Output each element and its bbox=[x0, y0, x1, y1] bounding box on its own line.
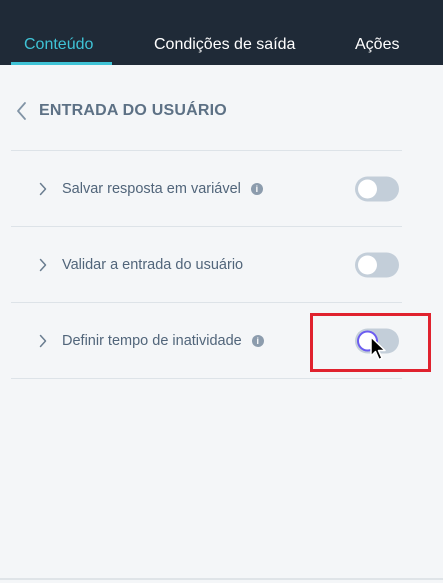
row-label-container: Salvar resposta em variável i bbox=[62, 181, 263, 197]
list-item-salvar-resposta[interactable]: Salvar resposta em variável i bbox=[11, 151, 402, 226]
tab-condicoes-de-saida[interactable]: Condições de saída bbox=[154, 35, 295, 55]
tab-conteudo[interactable]: Conteúdo bbox=[24, 35, 93, 55]
toggle-salvar-resposta[interactable] bbox=[355, 176, 399, 201]
active-tab-indicator bbox=[11, 62, 112, 65]
app-window: Conteúdo Condições de saída Ações ENTRAD… bbox=[0, 0, 443, 583]
list-item-validar-entrada[interactable]: Validar a entrada do usuário bbox=[11, 227, 402, 302]
divider bbox=[11, 378, 402, 379]
bottom-border bbox=[0, 578, 443, 580]
tab-acoes[interactable]: Ações bbox=[355, 35, 399, 55]
tab-bar: Conteúdo Condições de saída Ações bbox=[0, 0, 443, 65]
row-label: Definir tempo de inatividade bbox=[62, 332, 242, 349]
chevron-right-icon[interactable] bbox=[39, 181, 51, 197]
mouse-cursor-icon bbox=[370, 336, 386, 361]
chevron-left-icon[interactable] bbox=[15, 98, 35, 124]
chevron-right-icon[interactable] bbox=[39, 333, 51, 349]
info-icon[interactable]: i bbox=[250, 182, 263, 195]
info-icon[interactable]: i bbox=[251, 334, 264, 347]
row-label: Validar a entrada do usuário bbox=[62, 256, 244, 273]
toggle-validar-entrada[interactable] bbox=[355, 252, 399, 277]
row-label-container: Definir tempo de inatividade i bbox=[62, 333, 264, 349]
chevron-right-icon[interactable] bbox=[39, 257, 51, 273]
section-title: ENTRADA DO USUÁRIO bbox=[39, 102, 227, 119]
row-label: Salvar resposta em variável bbox=[62, 180, 241, 197]
toggle-knob bbox=[358, 179, 377, 198]
section-header[interactable]: ENTRADA DO USUÁRIO bbox=[15, 98, 227, 124]
toggle-knob bbox=[358, 255, 377, 274]
